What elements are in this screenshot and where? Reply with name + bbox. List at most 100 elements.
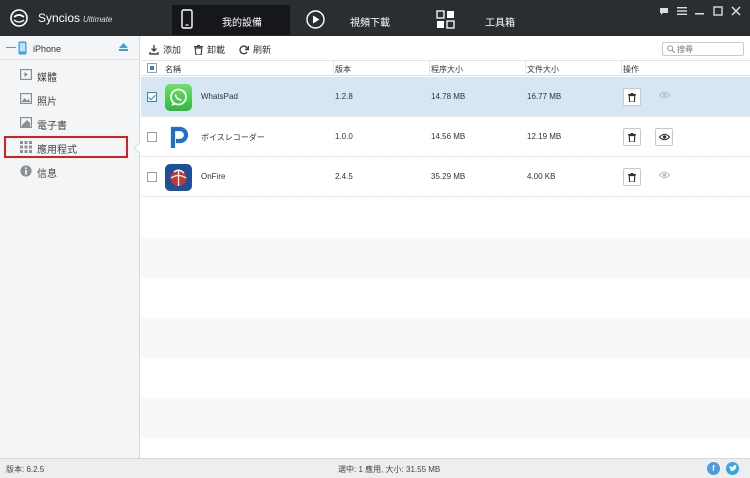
media-icon [20,69,32,80]
empty-row [141,238,750,278]
version-text: 版本: 6.2.5 [6,465,45,474]
eye-icon[interactable] [659,91,670,99]
table-row[interactable]: WhatsPad 1.2.8 14.78 MB 16.77 MB [141,77,750,117]
sidebar-item-photos[interactable]: 照片 [0,88,140,110]
column-divider [621,61,622,76]
maximize-icon[interactable] [710,4,726,18]
tab-label: 工具箱 [485,18,515,29]
tab-label: 視頻下載 [350,18,390,29]
uninstall-label: 卸載 [207,45,226,55]
column-doc-size[interactable]: 文件大小 [527,64,559,75]
app-size: 14.56 MB [431,132,466,141]
menu-icon[interactable] [674,4,690,18]
column-actions: 操作 [623,65,639,74]
sidebar-item-label: 信息 [37,169,57,180]
close-icon[interactable] [728,4,744,18]
empty-row [141,438,750,458]
column-divider [429,61,430,76]
trash-icon [194,44,203,55]
twitter-icon[interactable] [726,462,739,475]
app-brand: Syncios Ultimate [38,11,113,25]
minimize-icon[interactable] [692,4,708,18]
syncios-logo-icon [10,9,28,27]
photo-icon [20,93,32,104]
table-row[interactable]: OnFire 2.4.5 35.29 MB 4.00 KB [141,157,750,197]
voice-recorder-app-icon [165,124,192,151]
eye-icon [658,133,670,141]
trash-icon [628,172,636,182]
app-version: 1.2.8 [335,92,353,101]
delete-button[interactable] [623,168,641,186]
empty-row [141,398,750,438]
collapse-icon[interactable]: — [6,42,16,53]
app-name: WhatsPad [201,92,238,101]
sidebar-item-label: 照片 [37,97,57,108]
add-label: 添加 [163,45,182,55]
info-icon [20,165,32,177]
iphone-icon [18,41,27,55]
tab-video-download[interactable]: 視頻下載 [306,5,406,35]
empty-row [141,198,750,238]
device-row[interactable]: — iPhone [0,36,140,60]
eject-icon[interactable] [119,43,128,51]
column-version[interactable]: 版本 [335,64,351,75]
empty-row [141,278,750,318]
empty-row [141,318,750,358]
app-size: 35.29 MB [431,172,466,181]
feedback-icon[interactable] [656,4,672,18]
app-version: 2.4.5 [335,172,353,181]
view-button[interactable] [655,128,673,146]
facebook-icon[interactable]: f [707,462,720,475]
phone-icon [181,9,193,29]
onfire-app-icon [165,164,192,191]
search-box[interactable] [662,42,744,56]
search-icon [667,45,675,53]
status-bar: 版本: 6.2.5 選中: 1 應用, 大小: 31.55 MB f [0,458,750,478]
refresh-icon [239,44,249,54]
trash-icon [628,132,636,142]
whatspad-app-icon [165,84,192,111]
sidebar-item-ebooks[interactable]: 電子書 [0,112,140,134]
toolbar: 添加 卸載 刷新 [141,36,750,61]
sidebar-item-info[interactable]: 信息 [0,160,140,182]
app-size: 14.78 MB [431,92,466,101]
delete-button[interactable] [623,88,641,106]
doc-size: 12.19 MB [527,132,562,141]
refresh-button[interactable]: 刷新 [239,43,271,56]
column-divider [333,61,334,76]
search-input[interactable] [677,43,741,55]
refresh-label: 刷新 [253,45,272,55]
toolbox-icon [436,10,455,29]
sidebar-item-media[interactable]: 媒體 [0,64,140,86]
row-checkbox[interactable] [147,132,157,142]
column-app-size[interactable]: 程序大小 [431,64,463,75]
column-name[interactable]: 名稱 [165,64,181,75]
app-name: ボイスレコーダー [201,133,265,142]
select-all-checkbox[interactable] [147,63,157,73]
apps-table: 名稱 版本 程序大小 文件大小 操作 WhatsPad 1.2.8 14.78 … [141,61,750,458]
sidebar: — iPhone 媒體 照片 電子書 應用程式 信息 [0,36,140,458]
add-icon [149,44,159,55]
eye-icon[interactable] [659,171,670,179]
uninstall-button[interactable]: 卸載 [194,43,225,56]
add-button[interactable]: 添加 [149,43,181,56]
doc-size: 4.00 KB [527,172,556,181]
ebook-icon [20,117,32,128]
table-header: 名稱 版本 程序大小 文件大小 操作 [141,61,750,76]
row-checkbox[interactable] [147,172,157,182]
selection-info: 選中: 1 應用, 大小: 31.55 MB [338,465,441,474]
delete-button[interactable] [623,128,641,146]
table-row[interactable]: ボイスレコーダー 1.0.0 14.56 MB 12.19 MB [141,117,750,157]
window-controls [656,4,744,18]
tab-label: 我的設備 [222,18,262,29]
column-divider [525,61,526,76]
title-bar: Syncios Ultimate 我的設備 視頻下載 工具箱 [0,0,750,36]
row-checkbox[interactable] [147,92,157,102]
empty-row [141,358,750,398]
play-icon [306,10,325,29]
selection-arrow-icon [133,143,140,153]
doc-size: 16.77 MB [527,92,562,101]
sidebar-item-label: 電子書 [37,121,67,132]
tab-my-device[interactable]: 我的設備 [172,5,290,35]
tab-toolbox[interactable]: 工具箱 [436,5,536,35]
